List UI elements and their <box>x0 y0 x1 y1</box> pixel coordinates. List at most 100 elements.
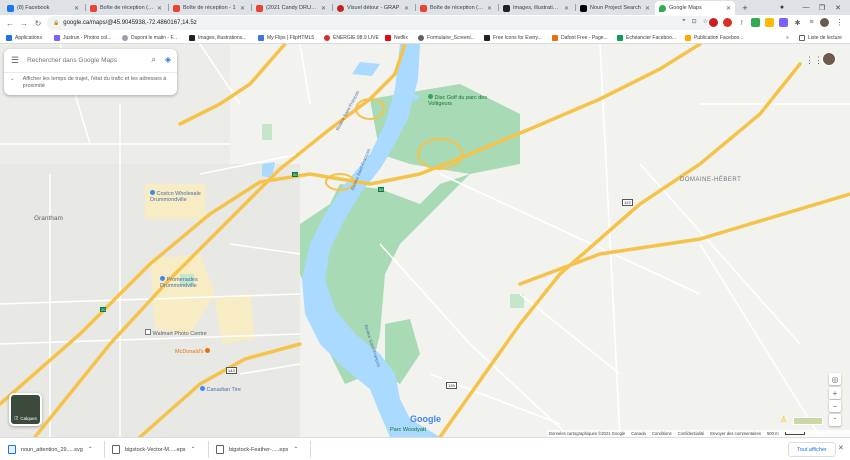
tab-visuel[interactable]: Visuel détour - GRAP ✕ <box>333 1 413 15</box>
heart-icon <box>337 4 344 12</box>
poi-canadian-tire[interactable]: Canadian Tire <box>200 386 241 393</box>
close-tab-icon[interactable]: ✕ <box>564 5 569 12</box>
map-canvas[interactable]: 20 55 20 122 143 139 Disc Golf du parc d… <box>0 44 850 437</box>
bookmark-apps[interactable]: Applications <box>6 33 42 42</box>
poi-disc-golf[interactable]: Disc Golf du parc des Voltigeurs <box>428 94 488 107</box>
reload-button[interactable]: ↻ <box>32 17 44 29</box>
close-tab-icon[interactable]: ✕ <box>321 5 326 12</box>
media-icon[interactable]: ≡ <box>807 18 816 27</box>
scale-label[interactable]: 500 m <box>767 431 779 436</box>
chevron-up-icon[interactable]: ⌃ <box>293 446 298 453</box>
tab-gmail-3[interactable]: (2021 Candy DRUMN ✕ <box>252 1 330 15</box>
close-tab-icon[interactable]: ✕ <box>726 5 731 12</box>
extension-icon[interactable] <box>723 18 732 27</box>
bookmarks-overflow-button[interactable]: » <box>786 33 789 42</box>
poi-promenades[interactable]: Promenades Drummondville <box>160 276 215 289</box>
street-view-thumbnails[interactable] <box>793 417 823 425</box>
close-tab-icon[interactable]: ✕ <box>645 5 650 12</box>
close-tab-icon[interactable]: ✕ <box>404 5 409 12</box>
chevron-up-icon[interactable]: ⌃ <box>191 446 196 453</box>
directions-icon[interactable]: ◈ <box>165 55 171 65</box>
poi-parc-woodyatt[interactable]: Parc Woodyatt <box>390 427 426 433</box>
extension-adblock-icon[interactable] <box>709 18 718 27</box>
pegman-icon[interactable]: ♙ <box>780 415 790 425</box>
extension-yellow-icon[interactable] <box>765 18 774 27</box>
download-filename: bigstock-Vector-M.....eps <box>125 446 186 453</box>
extension-purple-icon[interactable] <box>779 18 788 27</box>
tab-gmail-4[interactable]: Boîte de réception (76 ✕ <box>416 1 496 15</box>
scale-bar <box>784 432 805 435</box>
account-avatar[interactable] <box>822 52 836 66</box>
bookmark-item[interactable]: Netflix <box>385 33 408 42</box>
commute-prompt[interactable]: ⌄ Afficher les temps de trajet, l'état d… <box>4 72 177 94</box>
download-divider <box>104 441 105 458</box>
back-button[interactable]: ← <box>4 17 16 29</box>
park-area <box>262 124 272 140</box>
address-bar[interactable]: 🔒 google.ca/maps/@45.9045938,-72.4860167… <box>47 16 712 30</box>
show-all-downloads-button[interactable]: Tout afficher <box>788 442 836 457</box>
bookmark-item[interactable]: My Flips | FlipHTML5 <box>258 33 314 42</box>
poi-costco[interactable]: Costco Wholesale Drummondville <box>150 190 210 203</box>
tab-facebook[interactable]: (8) Facebook ✕ <box>3 1 83 15</box>
download-item[interactable]: bigstock-Vector-M.....eps ⌃ <box>112 443 196 456</box>
profile-indicator-icon[interactable]: ● <box>770 0 794 15</box>
bookmark-item[interactable]: Echéancier Faceboo... <box>617 33 676 42</box>
terms-link[interactable]: Conditions <box>652 431 672 436</box>
tab-gmail-2[interactable]: Boîte de réception - 1 ✕ <box>169 1 249 15</box>
country-link[interactable]: Canada <box>631 431 646 436</box>
search-input[interactable] <box>27 56 128 64</box>
google-apps-icon[interactable]: ⋮⋮ <box>805 55 823 66</box>
apps-grid-icon <box>6 34 12 41</box>
map-data-credit: Données cartographiques ©2021 Google <box>549 431 626 436</box>
tab-images[interactable]: Images, illustrations ir ✕ <box>499 1 573 15</box>
install-icon[interactable]: ⊡ <box>692 18 697 25</box>
close-tab-icon[interactable]: ✕ <box>487 5 492 12</box>
window-close-button[interactable]: ✕ <box>826 0 850 15</box>
bookmark-item[interactable]: ÉNERGIE 98.9 LIVE <box>324 33 379 42</box>
bookmark-item[interactable]: Publication Faceboo... <box>685 33 743 42</box>
close-tab-icon[interactable]: ✕ <box>74 5 79 12</box>
close-downloads-button[interactable]: ✕ <box>838 444 844 452</box>
download-divider <box>208 441 209 458</box>
tab-google-maps[interactable]: Google Maps ✕ <box>655 1 735 15</box>
my-location-button[interactable]: ◎ <box>829 373 841 385</box>
search-icon[interactable]: ⌕ <box>151 55 155 65</box>
close-tab-icon[interactable]: ✕ <box>157 5 162 12</box>
download-item[interactable]: bigstock-Feather-.....eps ⌃ <box>216 443 298 456</box>
close-tab-icon[interactable]: ✕ <box>240 5 245 12</box>
tab-gmail-1[interactable]: Boîte de réception (30 ✕ <box>86 1 166 15</box>
forward-button[interactable]: → <box>18 17 30 29</box>
reading-list-button[interactable]: Liste de lecture <box>799 33 842 42</box>
browser-menu-icon[interactable]: ⋮ <box>835 18 844 27</box>
menu-hamburger-icon[interactable]: ☰ <box>11 55 19 66</box>
bookmark-item[interactable]: Dafont Free - Page... <box>552 33 608 42</box>
bookmark-item[interactable]: Formulaire_Screeni... <box>418 33 475 42</box>
location-icon[interactable]: ⌖ <box>682 18 685 25</box>
poi-mcdonalds[interactable]: McDonald's <box>175 348 211 355</box>
extension-font-icon[interactable]: ƒ <box>737 18 746 27</box>
bookmark-item[interactable]: Justrun - Photos col... <box>54 33 111 42</box>
feedback-link[interactable]: Envoyer des commentaires <box>710 431 761 436</box>
privacy-link[interactable]: Confidentialité <box>678 431 705 436</box>
download-filename: bigstock-Feather-.....eps <box>229 446 289 453</box>
file-icon <box>112 445 120 454</box>
poi-label: Walmart Photo Centre <box>152 331 207 337</box>
layers-button[interactable]: ◫ Calques <box>9 393 42 426</box>
zoom-out-button[interactable]: − <box>829 400 841 412</box>
bookmark-item[interactable]: Images, illustrations... <box>189 33 246 42</box>
extension-green-icon[interactable] <box>751 18 760 27</box>
facebook-icon <box>7 4 14 12</box>
poi-walmart[interactable]: Walmart Photo Centre <box>145 329 207 337</box>
tab-noun-project[interactable]: Noun Project Search ✕ <box>576 1 654 15</box>
expand-icon[interactable]: ⌃ <box>829 414 841 426</box>
bookmark-star-icon[interactable]: ☆ <box>703 18 708 25</box>
bookmark-item[interactable]: Dupont le matin - F... <box>122 33 177 42</box>
zoom-in-button[interactable]: + <box>829 387 841 399</box>
extensions-puzzle-icon[interactable]: ✱ <box>793 18 802 27</box>
profile-avatar-icon[interactable] <box>820 18 829 27</box>
neighborhood-label: DOMAINE-HÉBERT <box>680 177 742 183</box>
new-tab-button[interactable]: + <box>738 1 752 15</box>
download-item[interactable]: noun_attention_29.....svg ⌃ <box>8 443 93 456</box>
bookmark-item[interactable]: Free Icons for Every... <box>484 33 542 42</box>
chevron-up-icon[interactable]: ⌃ <box>88 446 93 453</box>
